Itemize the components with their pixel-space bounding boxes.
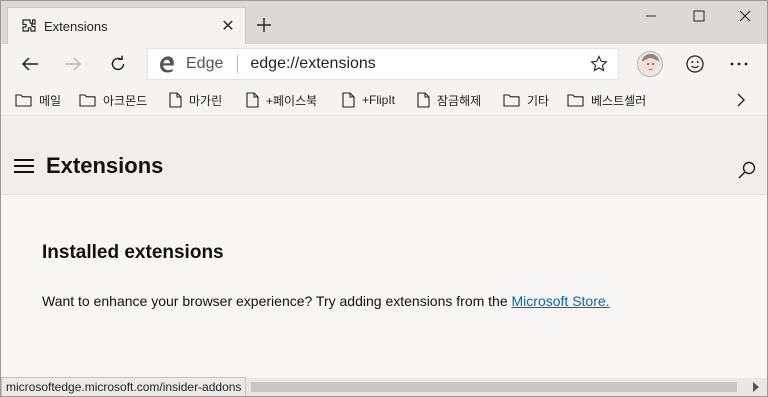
navigation-toolbar: Edge edge://extensions (1, 44, 767, 84)
maximize-button[interactable] (675, 1, 723, 31)
hamburger-menu-icon[interactable] (14, 157, 34, 175)
search-icon[interactable] (737, 160, 759, 182)
favorite-label: 메일 (39, 93, 62, 108)
new-tab-button[interactable] (252, 13, 276, 37)
favorites-bar: 메일 아크몬드 마가린 +페이스북 +FlipIt 잠금해제 기타 베스트셀러 (1, 84, 767, 116)
promo-sentence: Want to enhance your browser experience?… (42, 293, 512, 309)
puzzle-icon (14, 18, 44, 34)
page-icon (342, 92, 355, 108)
close-window-button[interactable] (721, 1, 767, 31)
favorite-page-unlock[interactable]: 잠금해제 (417, 89, 481, 111)
tab-extensions[interactable]: Extensions ✕ (7, 7, 246, 44)
page-icon (169, 92, 182, 108)
more-menu-button[interactable] (722, 48, 756, 80)
back-arrow-icon (21, 57, 38, 71)
extensions-main: Installed extensions Want to enhance you… (1, 196, 767, 378)
refresh-icon (111, 55, 125, 71)
tab-close-icon[interactable]: ✕ (215, 13, 241, 39)
scrollbar-thumb[interactable] (251, 382, 737, 392)
forward-arrow-icon (65, 57, 82, 71)
minimize-button[interactable] (627, 1, 675, 31)
scroll-right-arrow-icon[interactable] (749, 380, 763, 394)
profile-avatar[interactable] (633, 48, 667, 80)
edge-label: Edge (186, 55, 224, 72)
address-separator (237, 55, 239, 73)
refresh-button[interactable] (101, 48, 135, 80)
favorite-label: 기타 (527, 93, 550, 108)
favorite-label: +FlipIt (362, 93, 396, 107)
favorite-label: 아크몬드 (103, 93, 148, 108)
favorites-overflow-chevron-icon[interactable] (729, 89, 753, 111)
forward-button[interactable] (56, 48, 90, 80)
url-text[interactable]: edge://extensions (250, 55, 586, 73)
promo-text: Want to enhance your browser experience?… (42, 293, 610, 309)
edge-logo-icon (158, 55, 184, 73)
favorite-folder-bestseller[interactable]: 베스트셀러 (567, 89, 646, 111)
favorite-label: 잠금해제 (437, 93, 482, 108)
tab-bar: Extensions ✕ (1, 1, 767, 44)
favorite-page-facebook[interactable]: +페이스북 (246, 89, 317, 111)
folder-icon (79, 94, 96, 107)
status-bar-url: microsoftedge.microsoft.com/insider-addo… (1, 377, 247, 396)
avatar-icon (637, 51, 663, 77)
address-bar[interactable]: Edge edge://extensions (147, 48, 619, 80)
feedback-button[interactable] (678, 48, 712, 80)
extensions-header: Extensions (1, 117, 767, 195)
installed-extensions-heading: Installed extensions (42, 242, 224, 263)
favorite-label: 베스트셀러 (591, 93, 647, 108)
favorite-folder-akmond[interactable]: 아크몬드 (79, 89, 147, 111)
favorite-label: 마가린 (189, 93, 223, 108)
favorite-page-flipit[interactable]: +FlipIt (342, 89, 395, 111)
folder-icon (567, 94, 584, 107)
page-icon (246, 92, 259, 108)
folder-icon (15, 94, 32, 107)
favorite-folder-mail[interactable]: 메일 (15, 89, 61, 111)
favorite-folder-other[interactable]: 기타 (503, 89, 549, 111)
tab-title: Extensions (44, 18, 108, 34)
favorite-label: +페이스북 (266, 93, 318, 108)
page-icon (417, 92, 430, 108)
favorite-star-icon[interactable] (586, 55, 612, 73)
favorite-page-margarin[interactable]: 마가린 (169, 89, 222, 111)
smiley-icon (686, 55, 704, 73)
browser-window: Extensions ✕ Edge edge://extensions 메일 아… (0, 0, 768, 397)
folder-icon (503, 94, 520, 107)
microsoft-store-link[interactable]: Microsoft Store. (512, 293, 610, 309)
page-title: Extensions (46, 153, 164, 178)
back-button[interactable] (13, 48, 47, 80)
more-dots-icon (730, 62, 748, 66)
